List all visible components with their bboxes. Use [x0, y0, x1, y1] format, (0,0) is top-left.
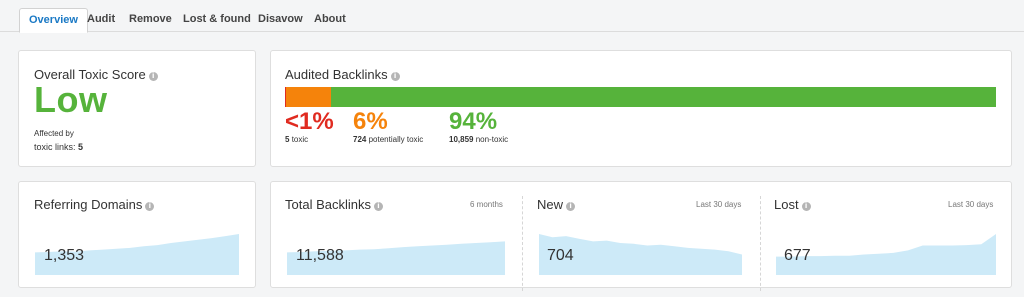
- referring-domains-title: Referring Domains i: [34, 197, 155, 212]
- potentially-toxic-label: potentially toxic: [368, 135, 424, 144]
- toxic-label: toxic: [291, 135, 309, 144]
- lost-backlinks-title: Lost i: [774, 197, 811, 212]
- tab-bar: Overview Audit Remove Lost & found Disav…: [0, 0, 1024, 33]
- lost-backlinks-period: Last 30 days: [948, 200, 994, 209]
- toxic-links-label: toxic links:: [34, 142, 76, 152]
- potentially-toxic-count-label[interactable]: 724 potentially toxic: [353, 135, 423, 144]
- column-divider: [522, 196, 523, 291]
- lost-backlinks-title-text: Lost: [774, 197, 799, 212]
- column-divider: [760, 196, 761, 291]
- non-toxic-segment[interactable]: [330, 87, 996, 107]
- total-backlinks-title: Total Backlinks i: [285, 197, 383, 212]
- info-icon[interactable]: i: [145, 202, 155, 211]
- potentially-toxic-count: 724: [353, 135, 367, 144]
- affected-by-label: Affected by: [34, 129, 74, 138]
- new-backlinks-value[interactable]: 704: [547, 247, 574, 265]
- non-toxic-count: 10,859: [449, 135, 474, 144]
- info-icon[interactable]: i: [801, 202, 811, 211]
- new-backlinks-title: New i: [537, 197, 576, 212]
- potentially-toxic-percent: 6%: [353, 108, 388, 135]
- potentially-toxic-segment[interactable]: [286, 87, 331, 107]
- tab-lost-and-found[interactable]: Lost & found: [174, 8, 260, 33]
- non-toxic-percent: 94%: [449, 108, 498, 135]
- total-backlinks-title-text: Total Backlinks: [285, 197, 371, 212]
- backlinks-metrics-card: Total Backlinks i 6 months 11,588 New i La…: [270, 181, 1012, 291]
- toxic-score-value: Low: [34, 79, 108, 120]
- info-icon[interactable]: i: [148, 72, 158, 81]
- total-backlinks-value[interactable]: 11,588: [296, 247, 344, 265]
- tab-disavow[interactable]: Disavow: [249, 8, 312, 33]
- info-icon[interactable]: i: [373, 202, 383, 211]
- lost-backlinks-value[interactable]: 677: [784, 247, 811, 265]
- info-icon[interactable]: i: [566, 202, 576, 211]
- tab-about[interactable]: About: [305, 8, 355, 33]
- total-backlinks-period: 6 months: [470, 200, 503, 209]
- toxic-score-card: Overall Toxic Score i Low Affected by tox…: [18, 50, 256, 167]
- toxic-count: 5: [285, 135, 290, 144]
- referring-domains-value[interactable]: 1,353: [44, 247, 84, 265]
- new-backlinks-period: Last 30 days: [696, 200, 742, 209]
- tab-audit[interactable]: Audit: [78, 8, 124, 33]
- audited-backlinks-title-text: Audited Backlinks: [285, 67, 388, 82]
- tab-remove[interactable]: Remove: [120, 8, 181, 33]
- toxic-links-count[interactable]: 5: [78, 142, 83, 152]
- info-icon[interactable]: i: [390, 72, 400, 81]
- new-backlinks-title-text: New: [537, 197, 564, 212]
- non-toxic-label: non-toxic: [475, 135, 509, 144]
- audited-backlinks-card: Audited Backlinks i <1% 5 toxic 6% 724 po…: [270, 50, 1012, 167]
- non-toxic-count-label[interactable]: 10,859 non-toxic: [449, 135, 508, 144]
- audited-backlinks-title: Audited Backlinks i: [285, 67, 400, 82]
- toxic-count-label[interactable]: 5 toxic: [285, 135, 308, 144]
- toxic-percent: <1%: [285, 108, 334, 135]
- referring-domains-card: Referring Domains i 1,353: [18, 181, 256, 288]
- referring-domains-title-text: Referring Domains: [34, 197, 143, 212]
- audited-backlinks-bar: [285, 87, 996, 107]
- toxic-links-summary: toxic links: 5: [34, 142, 83, 152]
